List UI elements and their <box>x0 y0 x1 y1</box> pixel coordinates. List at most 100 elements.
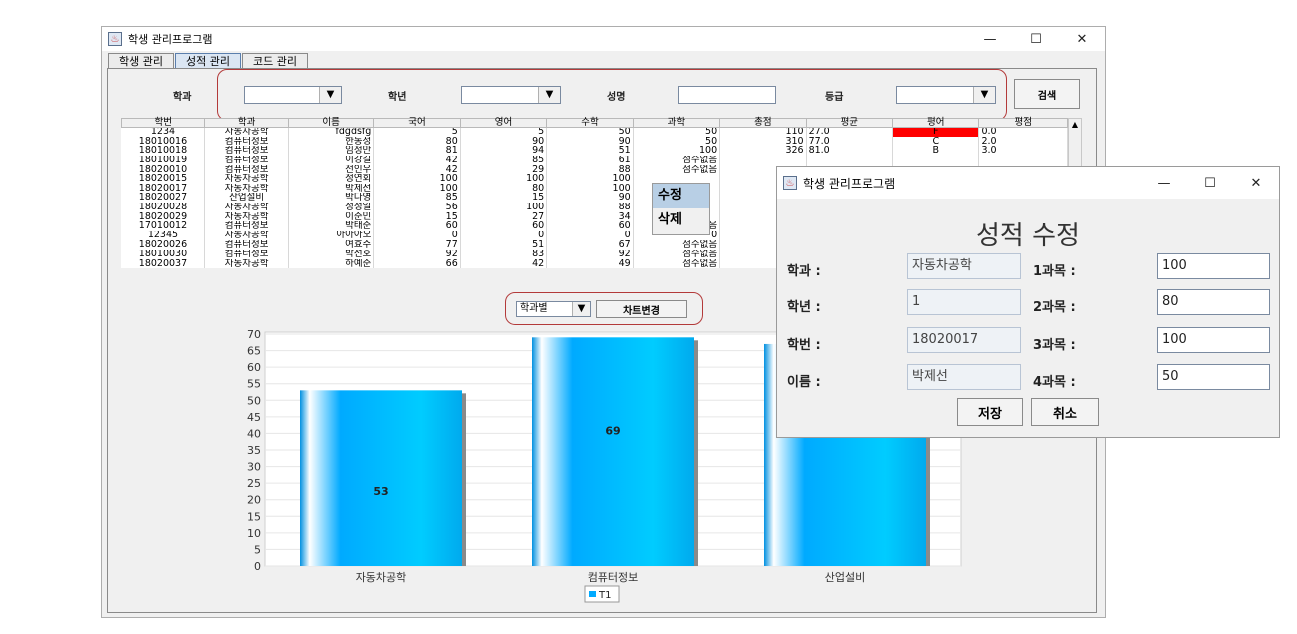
subject2-label: 2과목 : <box>1033 300 1076 315</box>
subject3-field[interactable]: 100 <box>1157 327 1270 353</box>
y-tick-label: 45 <box>247 411 261 424</box>
menu-item-delete[interactable]: 삭제 <box>653 208 709 232</box>
table-cell: 18010030 <box>121 249 206 259</box>
subject1-field[interactable]: 100 <box>1157 253 1270 279</box>
table-cell: 아아아오 <box>288 230 375 241</box>
table-cell: 88 <box>546 202 634 213</box>
java-app-icon: ♨ <box>783 176 797 190</box>
minimize-button[interactable]: — <box>967 27 1013 51</box>
chart-change-button[interactable]: 차트변경 <box>596 300 687 318</box>
table-cell: 자동차공학 <box>204 183 289 194</box>
column-header[interactable]: 총점 <box>719 118 807 128</box>
table-cell: 18020017 <box>121 183 206 194</box>
context-menu: 수정 삭제 <box>652 183 710 235</box>
column-header[interactable]: 평균 <box>805 118 894 128</box>
table-cell <box>978 155 1068 166</box>
column-header[interactable]: 학번 <box>120 118 206 128</box>
table-cell: 5 <box>373 127 461 137</box>
chevron-down-icon[interactable]: ▼ <box>319 87 341 103</box>
dialog-maximize-button[interactable]: ☐ <box>1187 171 1233 195</box>
level-select[interactable]: ▼ <box>896 86 996 104</box>
table-cell: 61 <box>546 155 634 166</box>
dept-select[interactable]: ▼ <box>244 86 342 104</box>
student-id-field[interactable]: 18020017 <box>907 327 1021 353</box>
table-cell: 0 <box>460 230 548 241</box>
dialog-titlebar[interactable]: ♨ 학생 관리프로그램 — ☐ ✕ <box>777 167 1279 199</box>
level-filter-label: 등급 <box>825 92 844 103</box>
y-tick-label: 25 <box>247 477 261 490</box>
column-header[interactable]: 국어 <box>373 118 461 128</box>
table-cell: 80 <box>460 183 548 194</box>
cancel-button[interactable]: 취소 <box>1031 398 1099 426</box>
table-cell: 92 <box>546 249 634 259</box>
column-header[interactable]: 평점 <box>978 118 1068 128</box>
chart-group-select[interactable]: 학과별 ▼ <box>516 301 591 317</box>
table-cell: 박제선 <box>288 183 375 194</box>
scroll-up-icon[interactable]: ▲ <box>1069 119 1081 131</box>
table-row[interactable]: 18010016 컴퓨터정보 한동성 80 90 90 50 310 77.0 C 2.0 <box>121 136 1068 147</box>
column-header[interactable]: 수학 <box>546 118 634 128</box>
y-tick-label: 60 <box>247 361 261 374</box>
table-cell: 박다영 <box>288 193 375 203</box>
tab-grades[interactable]: 성적 관리 <box>174 53 241 69</box>
table-cell: 자동차공학 <box>204 258 289 269</box>
dept-field[interactable]: 자동차공학 <box>907 253 1021 279</box>
year-label: 학년 : <box>787 300 821 315</box>
search-button[interactable]: 검색 <box>1014 79 1080 109</box>
table-cell: 77 <box>373 240 461 250</box>
close-button[interactable]: ✕ <box>1059 27 1105 51</box>
table-cell: 컴퓨터정보 <box>204 146 289 156</box>
column-header[interactable]: 평어 <box>892 118 980 128</box>
subject4-field[interactable]: 50 <box>1157 364 1270 390</box>
chevron-down-icon[interactable]: ▼ <box>572 302 590 316</box>
name-input[interactable] <box>678 86 776 104</box>
dept-filter-label: 학과 <box>173 92 192 103</box>
grade-select[interactable]: ▼ <box>461 86 561 104</box>
column-header[interactable]: 과학 <box>632 118 721 128</box>
name-field[interactable]: 박제선 <box>907 364 1021 390</box>
student-id-label: 학번 : <box>787 338 821 353</box>
maximize-button[interactable]: ☐ <box>1013 27 1059 51</box>
year-field[interactable]: 1 <box>907 289 1021 315</box>
table-cell: fdgdsfg <box>288 127 375 137</box>
tab-codes[interactable]: 코드 관리 <box>241 53 308 69</box>
table-cell: 컴퓨터정보 <box>204 249 289 259</box>
y-tick-label: 35 <box>247 444 261 457</box>
column-header[interactable]: 이름 <box>287 118 375 128</box>
chart-group-value: 학과별 <box>520 303 548 314</box>
table-row[interactable]: 1234 자동차공학 fdgdsfg 5 5 50 50 110 27.0 F 0.0 <box>121 127 1068 137</box>
table-cell: 18020026 <box>121 240 206 250</box>
column-header[interactable]: 영어 <box>459 118 548 128</box>
menu-item-edit[interactable]: 수정 <box>653 184 709 208</box>
table-row[interactable]: 18010019 컴퓨터정보 이강길 42 85 61 점수없음 <box>121 155 1068 166</box>
dialog-minimize-button[interactable]: — <box>1141 171 1187 195</box>
table-cell: 42 <box>373 165 461 175</box>
table-cell: 100 <box>546 174 634 184</box>
chevron-down-icon[interactable]: ▼ <box>973 87 995 103</box>
tab-student[interactable]: 학생 관리 <box>108 53 174 69</box>
table-row[interactable]: 18010018 컴퓨터정보 임정만 81 94 51 100 326 81.0 B 3.0 <box>121 146 1068 156</box>
subject2-field[interactable]: 80 <box>1157 289 1270 315</box>
dialog-close-button[interactable]: ✕ <box>1233 171 1279 195</box>
table-cell: 18020027 <box>121 193 206 203</box>
table-cell: 컴퓨터정보 <box>204 155 289 166</box>
table-cell: B <box>892 146 980 156</box>
table-cell: 42 <box>373 155 461 166</box>
table-cell: 점수없음 <box>633 258 721 269</box>
main-titlebar[interactable]: ♨ 학생 관리프로그램 — ☐ ✕ <box>102 27 1105 51</box>
table-cell: 100 <box>373 174 461 184</box>
table-cell: 전인우 <box>288 165 375 175</box>
chevron-down-icon[interactable]: ▼ <box>538 87 560 103</box>
table-cell: 83 <box>460 249 548 259</box>
table-cell: 정정일 <box>288 202 375 213</box>
table-cell: 자동차공학 <box>204 202 289 213</box>
y-tick-label: 10 <box>247 527 261 540</box>
table-cell: 점수없음 <box>633 155 721 166</box>
column-header[interactable]: 학과 <box>204 118 289 128</box>
save-button[interactable]: 저장 <box>957 398 1023 426</box>
table-cell: 컴퓨터정보 <box>204 165 289 175</box>
table-cell: 점수없음 <box>633 165 721 175</box>
y-tick-label: 55 <box>247 378 261 391</box>
table-cell: 컴퓨터정보 <box>204 136 289 147</box>
name-label: 이름 : <box>787 375 821 390</box>
